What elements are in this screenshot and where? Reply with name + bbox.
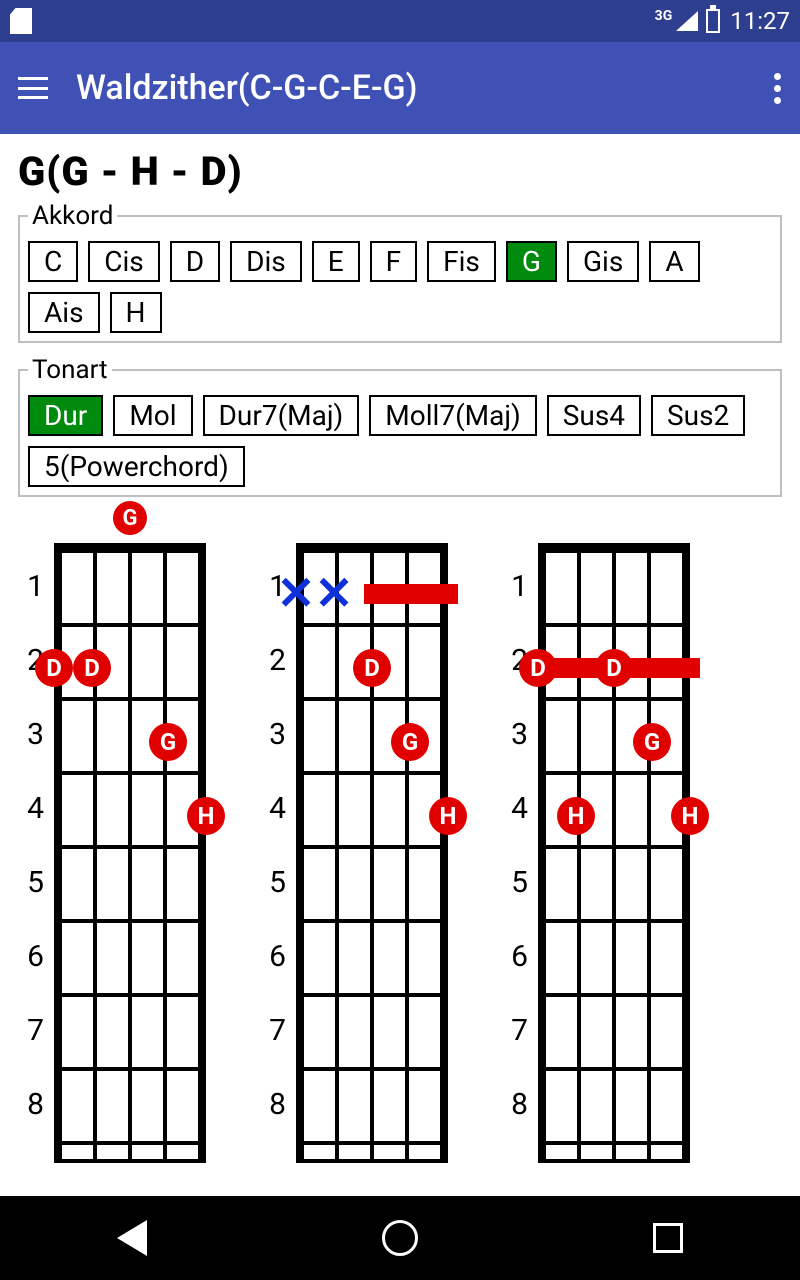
android-status-bar: 3G 11:27 <box>0 0 800 42</box>
mode-button-dur[interactable]: Dur <box>28 395 103 436</box>
barre <box>364 584 458 604</box>
chord-heading: G(G - H - D) <box>18 148 782 195</box>
finger-dot: D <box>73 649 111 687</box>
note-button-f[interactable]: F <box>370 241 417 282</box>
note-button-dis[interactable]: Dis <box>230 241 302 282</box>
finger-dot: G <box>633 723 671 761</box>
note-button-d[interactable]: D <box>170 241 220 282</box>
mode-button-sus2[interactable]: Sus2 <box>651 395 745 436</box>
mode-button-mol[interactable]: Mol <box>113 395 192 436</box>
note-button-h[interactable]: H <box>110 292 162 333</box>
finger-dot: D <box>35 649 73 687</box>
open-note: G <box>113 501 147 535</box>
tonart-group: Tonart DurMol Dur7(Maj)Moll7(Maj) Sus4Sus2… <box>18 355 782 497</box>
fret-label: 4 <box>20 771 50 845</box>
note-button-g[interactable]: G <box>506 241 557 282</box>
app-title: Waldzither(C-G-C-E-G) <box>76 68 746 108</box>
finger-dot: H <box>429 797 467 835</box>
akkord-group: Akkord CCis DDisEFFisGGisA AisH <box>18 201 782 343</box>
mode-button-sus4[interactable]: Sus4 <box>547 395 641 436</box>
android-nav-bar <box>0 1196 800 1280</box>
fret-label: 5 <box>20 845 50 919</box>
fret-label: 8 <box>20 1067 50 1141</box>
fret-label: 3 <box>262 697 292 771</box>
akkord-legend: Akkord <box>28 201 117 231</box>
note-button-a[interactable]: A <box>649 241 699 282</box>
fret-label: 4 <box>262 771 292 845</box>
app-bar: Waldzither(C-G-C-E-G) <box>0 42 800 134</box>
mode-button-5powerchord[interactable]: 5(Powerchord) <box>28 446 245 487</box>
note-button-e[interactable]: E <box>312 241 360 282</box>
fret-label: 5 <box>262 845 292 919</box>
fret-label: 8 <box>504 1067 534 1141</box>
battery-icon <box>706 9 720 33</box>
chord-diagrams: G12345678DDGH12345678✕✕DGH12345678DDGHH <box>18 537 782 543</box>
note-button-cis[interactable]: Cis <box>88 241 159 282</box>
note-button-fis[interactable]: Fis <box>427 241 496 282</box>
finger-dot: H <box>671 797 709 835</box>
fret-label: 6 <box>504 919 534 993</box>
mode-button-moll7maj[interactable]: Moll7(Maj) <box>369 395 536 436</box>
finger-dot: D <box>595 649 633 687</box>
mute-marker: ✕ <box>277 571 316 617</box>
finger-dot: H <box>557 797 595 835</box>
recent-apps-icon[interactable] <box>653 1223 683 1253</box>
note-button-c[interactable]: C <box>28 241 78 282</box>
note-button-ais[interactable]: Ais <box>28 292 100 333</box>
network-type: 3G <box>655 8 673 24</box>
tonart-legend: Tonart <box>28 355 112 385</box>
sdcard-icon <box>10 8 32 34</box>
fret-label: 4 <box>504 771 534 845</box>
signal-icon <box>676 11 698 31</box>
fret-label: 2 <box>262 623 292 697</box>
home-button-icon[interactable] <box>382 1220 418 1256</box>
fret-label: 3 <box>504 697 534 771</box>
finger-dot: D <box>353 649 391 687</box>
fret-label: 6 <box>20 919 50 993</box>
fret-label: 5 <box>504 845 534 919</box>
fret-label: 3 <box>20 697 50 771</box>
finger-dot: G <box>391 723 429 761</box>
finger-dot: G <box>149 723 187 761</box>
fret-label: 7 <box>20 993 50 1067</box>
overflow-menu-icon[interactable] <box>774 73 782 104</box>
finger-dot: H <box>187 797 225 835</box>
fret-label: 1 <box>20 549 50 623</box>
fret-label: 8 <box>262 1067 292 1141</box>
note-button-gis[interactable]: Gis <box>567 241 639 282</box>
finger-dot: D <box>519 649 557 687</box>
clock: 11:27 <box>730 7 790 35</box>
hamburger-menu-icon[interactable] <box>18 77 48 99</box>
mode-button-dur7maj[interactable]: Dur7(Maj) <box>203 395 360 436</box>
back-button-icon[interactable] <box>117 1220 147 1256</box>
fret-label: 6 <box>262 919 292 993</box>
fret-label: 7 <box>504 993 534 1067</box>
mute-marker: ✕ <box>315 571 354 617</box>
fret-label: 1 <box>504 549 534 623</box>
fret-label: 7 <box>262 993 292 1067</box>
